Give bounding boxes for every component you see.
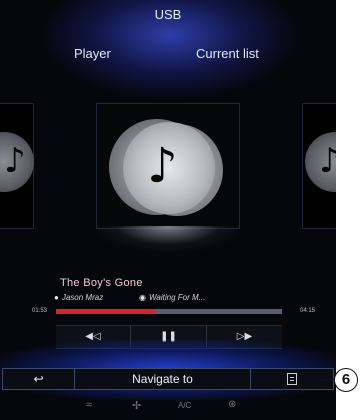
progress-fill	[56, 309, 156, 314]
track-title: The Boy's Gone	[60, 277, 143, 289]
back-icon: ↩	[33, 372, 44, 386]
album-art-current[interactable]: ♪	[96, 103, 240, 229]
back-button[interactable]: ↩	[3, 369, 75, 389]
album-name: Waiting For M...	[148, 293, 206, 302]
infotainment-screen: USB Player Current list ♪ ♪ ♪ The Boy's …	[0, 0, 336, 420]
total-time: 04:15	[300, 308, 316, 314]
disc-icon: ◉	[139, 293, 146, 302]
tab-player[interactable]: Player	[74, 46, 111, 61]
callout-leader-line	[316, 379, 334, 380]
callout-number: 6	[334, 368, 358, 392]
seat-heating-icon[interactable]: ≈	[86, 399, 92, 411]
album-art-previous[interactable]: ♪	[0, 103, 34, 229]
progress-bar[interactable]	[56, 309, 282, 314]
tab-current-list[interactable]: Current list	[196, 46, 259, 61]
reflection-glow	[96, 226, 240, 252]
ac-button[interactable]: A/C	[178, 401, 191, 410]
album-art-next[interactable]: ♪	[302, 103, 336, 229]
track-album: ◉ Waiting For M...	[139, 293, 205, 302]
track-artist: ● Jason Mraz	[54, 293, 103, 302]
navigate-to-button[interactable]: Navigate to	[75, 369, 251, 389]
elapsed-time: 01:53	[32, 308, 48, 314]
fan-icon[interactable]: ✢	[132, 399, 141, 412]
source-title: USB	[154, 7, 182, 22]
document-list-icon	[287, 373, 297, 385]
artist-name: Jason Mraz	[61, 293, 104, 302]
defrost-icon[interactable]: ⊛	[228, 399, 236, 410]
person-icon: ●	[54, 293, 59, 302]
bottom-bar: ↩ Navigate to	[2, 368, 334, 390]
